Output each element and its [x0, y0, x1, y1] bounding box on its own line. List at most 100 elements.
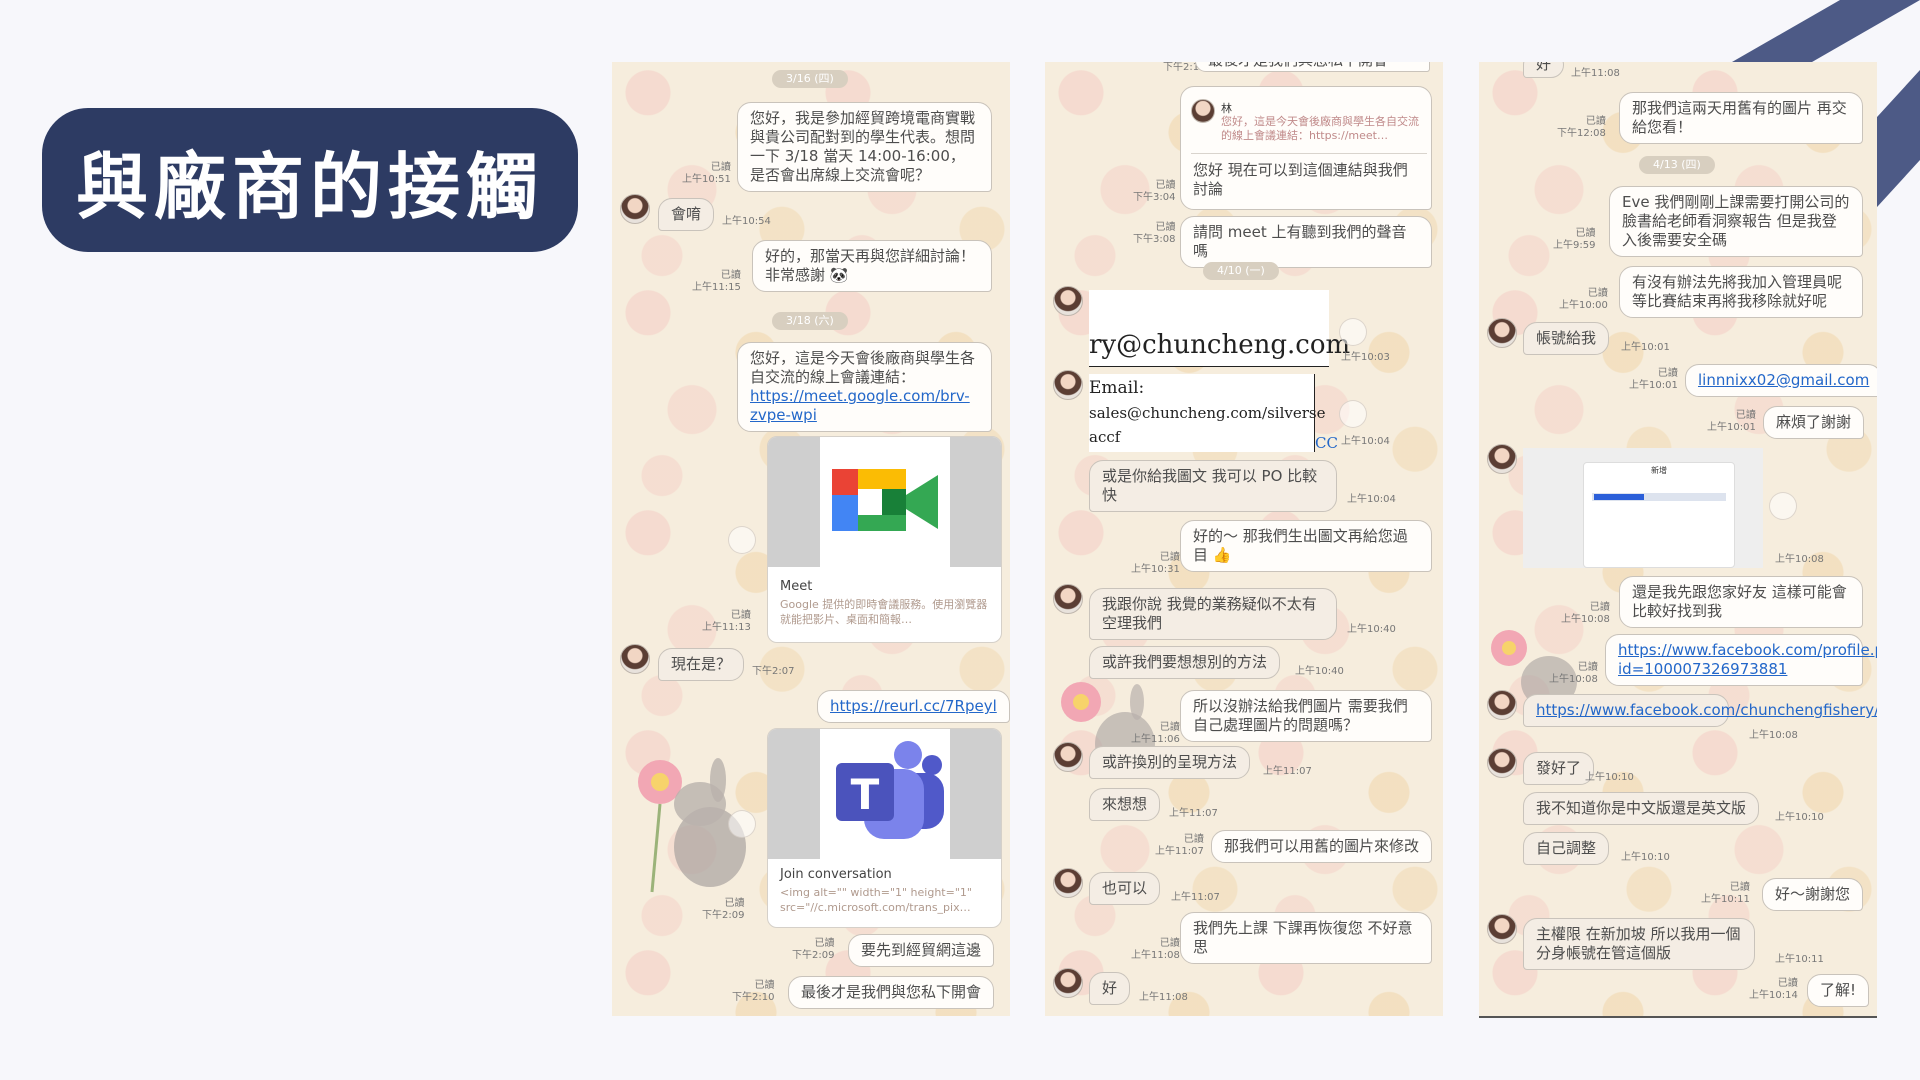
- message-time: 上午11:07: [1263, 766, 1312, 777]
- message-bubble: 自己調整: [1523, 832, 1610, 865]
- message-time: 已讀 上午10:11: [1701, 882, 1750, 905]
- message-time: 已讀 上午10:14: [1749, 978, 1798, 1001]
- message-bubble: 好: [1523, 62, 1565, 78]
- share-icon[interactable]: [1339, 318, 1367, 346]
- avatar: [1053, 868, 1083, 898]
- chat-screenshot-1: 3/16 (四) 您好，我是參加經貿跨境電商實戰與貴公司配對到的學生代表。想問一…: [612, 62, 1010, 1016]
- message-bubble: 您好，這是今天會後廠商與學生各自交流的線上會議連結：https://meet.g…: [737, 342, 992, 432]
- svg-text:T: T: [851, 770, 880, 819]
- message-time: 已讀 下午2:10: [732, 980, 775, 1003]
- avatar: [620, 644, 650, 674]
- message-bubble: https://www.facebook.com/profile.php?id=…: [1605, 634, 1877, 686]
- message-time: 已讀 上午11:07: [1155, 834, 1204, 857]
- date-separator: 4/13 (四): [1639, 156, 1715, 174]
- email-address-cont: accf: [1089, 428, 1121, 446]
- message-bubble: 好的～ 那我們生出圖文再給您過目 👍: [1180, 520, 1432, 572]
- message-bubble: 還是我先跟您家好友 這樣可能會比較好找到我: [1619, 576, 1863, 628]
- message-time: 上午10:54: [722, 216, 771, 227]
- message-bubble: 或是你給我圖文 我可以 PO 比較快: [1089, 460, 1337, 512]
- email-label: Email:: [1089, 378, 1145, 398]
- quoted-message[interactable]: 林 您好，這是今天會後廠商與學生各自交流的線上會議連結：https://meet…: [1191, 95, 1427, 154]
- message-time: 上午10:40: [1347, 624, 1396, 635]
- dialog-title: 新增: [1651, 466, 1667, 475]
- chat-screenshot-3: 好 上午11:08 那我們這兩天用舊有的圖片 再交給您看！ 已讀 下午12:08…: [1479, 62, 1877, 1018]
- message-time: 已讀 上午10:31: [1131, 552, 1180, 575]
- message-bubble: linnnixx02@gmail.com: [1685, 364, 1877, 397]
- facebook-page-link[interactable]: https://www.facebook.com/chunchengfisher…: [1536, 701, 1877, 719]
- message-time: 上午10:11: [1775, 954, 1824, 965]
- message-time: 已讀 上午11:08: [1131, 938, 1180, 961]
- message-time: 上午10:03: [1341, 352, 1390, 363]
- avatar: [1053, 742, 1083, 772]
- message-bubble: 好的，那當天再與您詳細討論！非常感謝 🐼: [752, 240, 992, 292]
- card-description: Google 提供的即時會議服務。使用瀏覽器就能把影片、桌面和簡報…: [780, 598, 988, 626]
- message-bubble: 我們先上課 下課再恢復您 不好意思: [1180, 912, 1432, 964]
- message-bubble: 會唷: [658, 198, 715, 231]
- message-time: 已讀 下午2:09: [702, 898, 745, 921]
- message-time: 已讀 下午12:08: [1557, 116, 1606, 139]
- message-time: 下午2:07: [752, 666, 795, 677]
- email-link[interactable]: linnnixx02@gmail.com: [1698, 371, 1869, 389]
- google-meet-icon: [832, 469, 938, 531]
- email-detail-image: Email: sales@chuncheng.com/silverse accf: [1089, 374, 1325, 452]
- card-description: <img alt="" width="1" height="1" src="//…: [780, 886, 972, 914]
- message-bubble: 所以沒辦法給我們圖片 需要我們自己處理圖片的問題嗎？: [1180, 690, 1432, 742]
- share-icon[interactable]: [1769, 492, 1797, 520]
- card-title: Join conversation: [780, 867, 892, 882]
- avatar: [1487, 914, 1517, 944]
- facebook-dialog-screenshot: 新增: [1523, 448, 1763, 568]
- email-cc: CC: [1315, 434, 1338, 452]
- reurl-link[interactable]: https://reurl.cc/7Rpeyl: [830, 697, 997, 715]
- share-icon[interactable]: [728, 526, 756, 554]
- message-bubble: 最後才是我們與您私下開會: [1195, 62, 1430, 72]
- avatar: [1053, 286, 1083, 316]
- chat-screenshot-2: 下午2:10 最後才是我們與您私下開會 林 您好，這是今天會後廠商與學生各自交流…: [1045, 62, 1443, 1016]
- message-bubble: 那我們可以用舊的圖片來修改: [1211, 830, 1433, 863]
- message-time: 已讀 下午3:08: [1133, 222, 1176, 245]
- message-time: 上午11:08: [1139, 992, 1188, 1003]
- message-time: 已讀 上午9:59: [1553, 228, 1596, 251]
- share-icon[interactable]: [728, 810, 756, 838]
- email-address: sales@chuncheng.com/silverse: [1089, 404, 1326, 422]
- avatar: [1487, 690, 1517, 720]
- message-bubble: Eve 我們剛剛上課需要打開公司的臉書給老師看洞察報告 但是我登入後需要安全碼: [1609, 186, 1863, 257]
- message-time: 上午11:07: [1169, 808, 1218, 819]
- date-separator: 4/10 (一): [1203, 262, 1279, 280]
- avatar: [1053, 584, 1083, 614]
- date-separator: 3/18 (六): [772, 312, 848, 330]
- quote-text: 您好，這是今天會後廠商與學生各自交流的線上會議連結：https://meet…: [1221, 115, 1419, 142]
- sticker-icon: 🐼: [829, 266, 849, 284]
- slide-title-pill: 與廠商的接觸: [42, 108, 578, 252]
- message-bubble: 也可以: [1089, 872, 1161, 905]
- message-bubble: 我跟你說 我覺的業務疑似不太有空理我們: [1089, 588, 1337, 640]
- share-icon[interactable]: [1339, 400, 1367, 428]
- teams-link-preview-card[interactable]: T Join conversation <img alt="" width="1…: [767, 728, 1002, 928]
- message-text: 您好，這是今天會後廠商與學生各自交流的線上會議連結：: [750, 349, 976, 386]
- message-bubble: 請問 meet 上有聽到我們的聲音嗎: [1180, 216, 1432, 268]
- message-bubble: 來想想: [1089, 788, 1161, 821]
- message-bubble: 好～謝謝您: [1762, 878, 1864, 911]
- message-bubble: 那我們這兩天用舊有的圖片 再交給您看！: [1619, 92, 1863, 144]
- email-large-text: ry@chuncheng.com: [1089, 330, 1351, 360]
- message-bubble: 了解!: [1807, 974, 1870, 1007]
- avatar: [620, 194, 650, 224]
- message-bubble: 有沒有辦法先將我加入管理員呢 等比賽結束再將我移除就好呢: [1619, 266, 1863, 318]
- message-bubble: 現在是？: [658, 648, 745, 681]
- meet-link[interactable]: https://meet.google.com/brv-zvpe-wpi: [750, 387, 970, 424]
- message-time: 已讀 上午10:01: [1629, 368, 1678, 391]
- meet-link-preview-card[interactable]: Meet Google 提供的即時會議服務。使用瀏覽器就能把影片、桌面和簡報…: [767, 436, 1002, 643]
- message-time: 已讀 上午11:06: [1131, 722, 1180, 745]
- message-time: 上午10:04: [1341, 436, 1390, 447]
- message-time: 上午10:40: [1295, 666, 1344, 677]
- message-time: 已讀 下午2:09: [792, 938, 835, 961]
- message-bubble: https://www.facebook.com/chunchengfisher…: [1523, 694, 1877, 727]
- message-time: 已讀 下午3:04: [1133, 180, 1176, 203]
- message-time: 上午11:07: [1171, 892, 1220, 903]
- card-title: Meet: [780, 579, 813, 594]
- thumbs-up-sticker-icon: 👍: [1212, 546, 1232, 564]
- facebook-profile-link[interactable]: https://www.facebook.com/profile.php?id=…: [1618, 641, 1877, 678]
- message-bubble: 或許換別的呈現方法: [1089, 746, 1251, 779]
- message-text: 您好 現在可以到這個連結與我們討論: [1193, 161, 1408, 198]
- microsoft-teams-icon: T: [836, 741, 944, 839]
- reply-message-bubble: 林 您好，這是今天會後廠商與學生各自交流的線上會議連結：https://meet…: [1180, 86, 1432, 210]
